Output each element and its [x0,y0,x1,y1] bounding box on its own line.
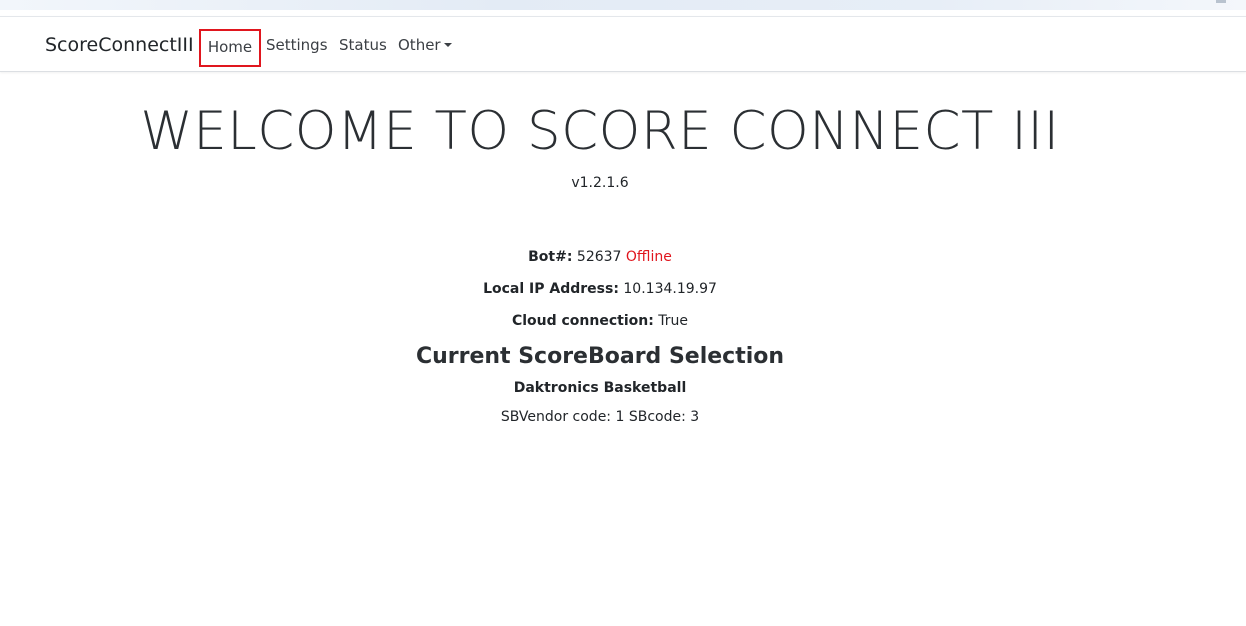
browser-edge-mark [1216,0,1226,3]
version-text: v1.2.1.6 [571,175,629,191]
bot-number: 52637 [576,249,622,265]
cloud-value: True [658,313,689,329]
bot-info: Bot#: 52637 Offline [0,248,1200,266]
cloud-label: Cloud connection: [511,313,654,329]
nav-settings[interactable]: Settings [266,35,328,55]
nav-other-label: Other [398,36,441,54]
navbar-brand[interactable]: ScoreConnectIII [45,34,194,56]
scoreboard-name: Daktronics Basketball [513,380,687,396]
scoreboard-codes: SBVendor code: 1 SBcode: 3 [500,409,700,425]
ip-label: Local IP Address: [483,281,619,297]
cloud-info: Cloud connection: True [0,312,1200,330]
ip-value: 10.134.19.97 [623,281,717,297]
ip-info: Local IP Address: 10.134.19.97 [0,280,1200,298]
bot-label: Bot#: [528,249,573,265]
nav-home[interactable]: Home [199,29,261,67]
nav-other-dropdown[interactable]: Other [398,35,452,55]
caret-down-icon [443,43,452,47]
nav-status[interactable]: Status [339,35,387,55]
navbar: ScoreConnectIII Home Settings Status Oth… [0,16,1246,72]
bot-status: Offline [625,249,672,265]
scoreboard-heading: Current ScoreBoard Selection [415,344,785,369]
browser-top-strip [0,0,1246,10]
page-title: WELCOME TO SCORE CONNECT III [140,101,1060,162]
